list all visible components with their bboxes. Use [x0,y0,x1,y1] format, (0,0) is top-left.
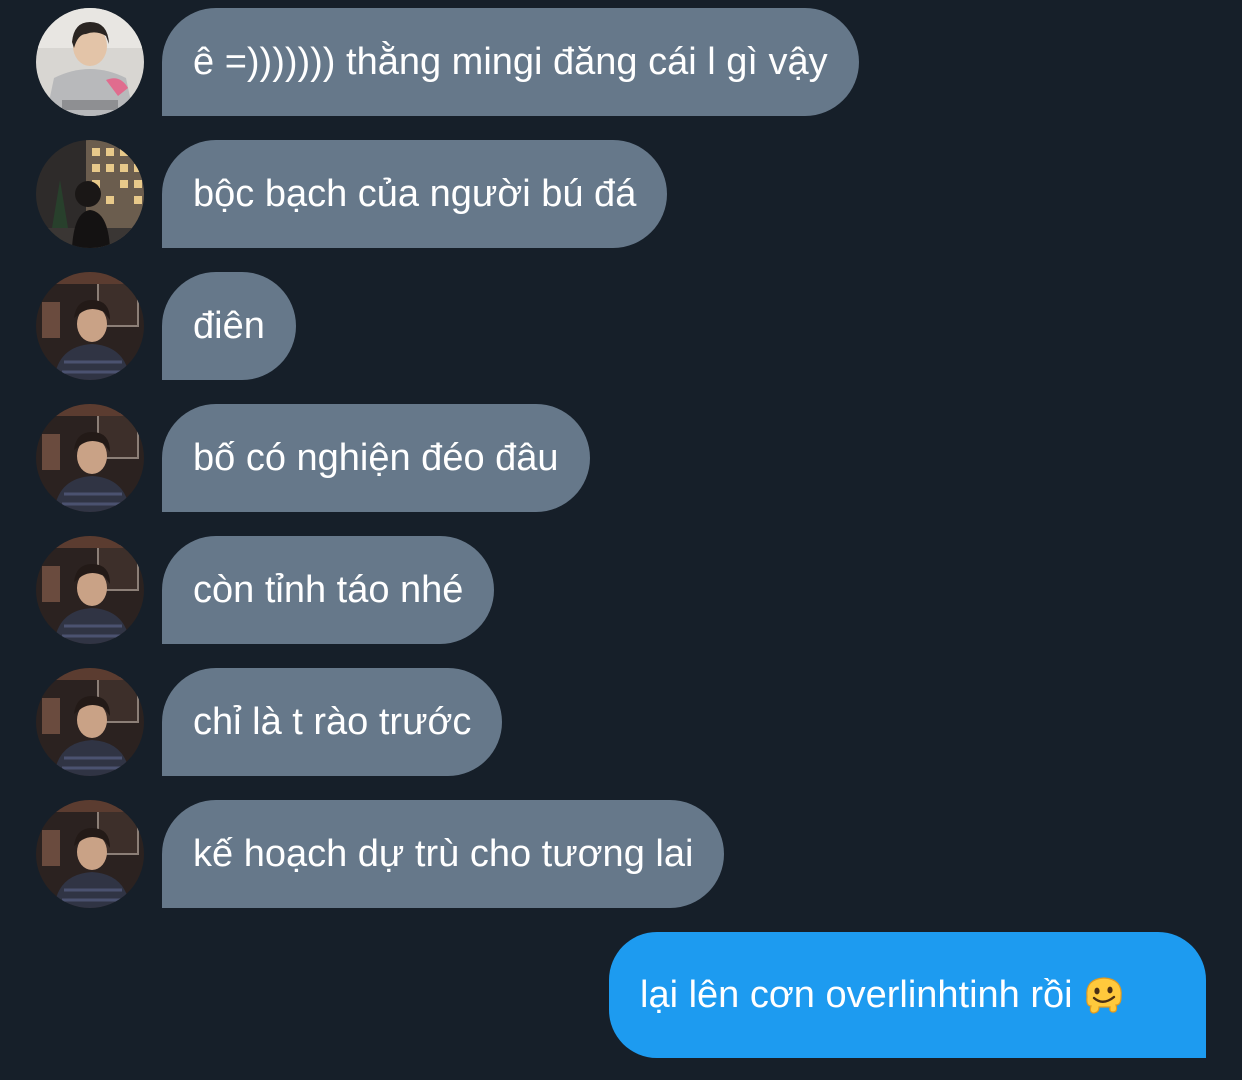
message-bubble[interactable]: điên [162,272,296,380]
message-row: điên [0,272,1242,380]
avatar[interactable] [36,140,144,248]
message-bubble[interactable]: kế hoạch dự trù cho tương lai [162,800,725,908]
message-row: ê =))))))) thằng mingi đăng cái l gì vậy [0,8,1242,116]
message-bubble[interactable]: còn tỉnh táo nhé [162,536,495,644]
avatar[interactable] [36,272,144,380]
message-row: còn tỉnh táo nhé [0,536,1242,644]
message-row: chỉ là t rào trước [0,668,1242,776]
message-row: bố có nghiện đéo đâu [0,404,1242,512]
avatar[interactable] [36,8,144,116]
message-row: kế hoạch dự trù cho tương lai [0,800,1242,908]
message-bubble[interactable]: chỉ là t rào trước [162,668,503,776]
avatar[interactable] [36,404,144,512]
outgoing-message-bubble[interactable]: lại lên cơn overlinhtinh rồi [609,932,1206,1058]
avatar[interactable] [36,800,144,908]
message-row: bộc bạch của người bú đá [0,140,1242,248]
message-bubble[interactable]: ê =))))))) thằng mingi đăng cái l gì vậy [162,8,859,116]
avatar[interactable] [36,668,144,776]
message-bubble[interactable]: bố có nghiện đéo đâu [162,404,590,512]
avatar[interactable] [36,536,144,644]
outgoing-message-text: lại lên cơn overlinhtinh rồi [640,974,1073,1016]
melting-face-emoji-icon [1083,940,1125,1066]
message-bubble[interactable]: bộc bạch của người bú đá [162,140,668,248]
